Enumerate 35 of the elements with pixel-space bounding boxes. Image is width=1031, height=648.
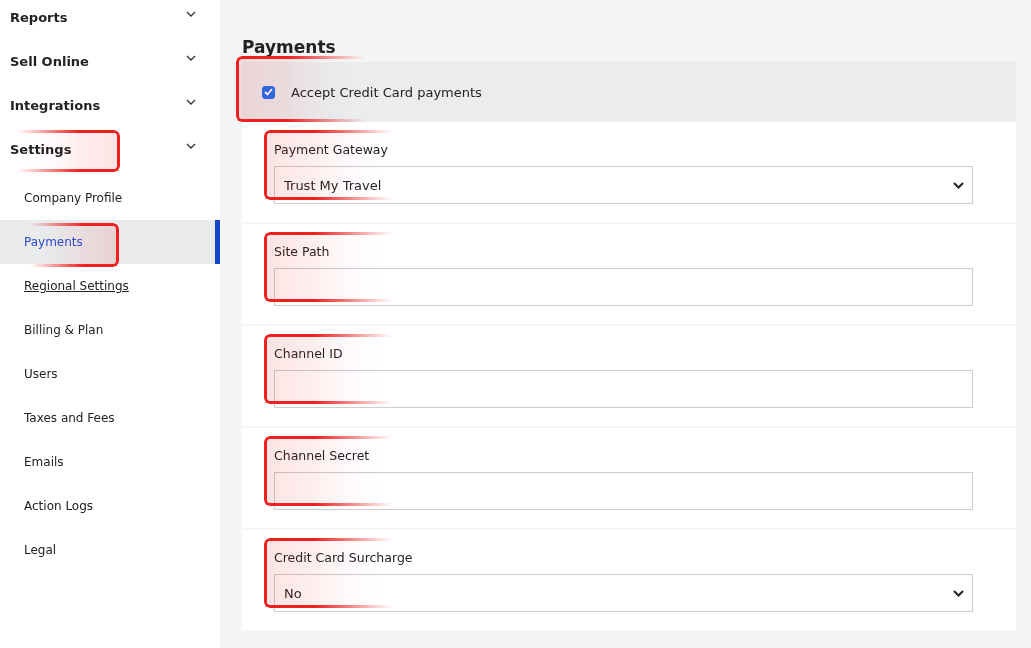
sidebar-section[interactable]: Reports [10,9,68,25]
sidebar-item[interactable]: Users [24,367,58,381]
sidebar-item[interactable]: Company Profile [24,191,123,205]
sidebar-item[interactable]: Payments [24,235,83,249]
field-label: Channel Secret [274,448,371,463]
field-label: Payment Gateway [274,142,389,157]
checkbox[interactable] [262,85,275,99]
sidebar-item[interactable]: Regional Settings [24,279,129,293]
chevron-down-icon [953,181,964,189]
chevron-down-icon [953,589,964,597]
field-label: Credit Card Surcharge [274,550,414,565]
sidebar-item[interactable]: Legal [24,543,57,557]
chevron-down-icon[interactable] [186,11,196,17]
sidebar-item[interactable]: Emails [24,455,64,469]
dropdown[interactable]: No [274,574,973,612]
sidebar-item[interactable]: Action Logs [24,499,94,513]
sidebar-section[interactable]: Integrations [10,97,101,113]
field-label: Channel ID [274,346,344,361]
text-field[interactable] [274,268,973,306]
text-field[interactable] [274,472,973,510]
page-title: Payments [242,37,337,59]
chevron-down-icon[interactable] [186,99,196,105]
sidebar-section[interactable]: Sell Online [10,53,89,69]
checkbox-label: Accept Credit Card payments [291,84,482,100]
sidebar-section[interactable]: Settings [10,141,72,157]
text-field[interactable] [274,370,973,408]
sidebar-item[interactable]: Billing & Plan [24,323,104,337]
active-indicator [215,220,220,264]
chevron-down-icon[interactable] [186,55,196,61]
field-label: Site Path [274,244,331,259]
dropdown[interactable]: Trust My Travel [274,166,973,204]
sidebar-item[interactable]: Taxes and Fees [24,411,115,425]
chevron-down-icon[interactable] [186,143,196,149]
dropdown-value: Trust My Travel [284,177,382,193]
dropdown-value: No [284,585,302,601]
